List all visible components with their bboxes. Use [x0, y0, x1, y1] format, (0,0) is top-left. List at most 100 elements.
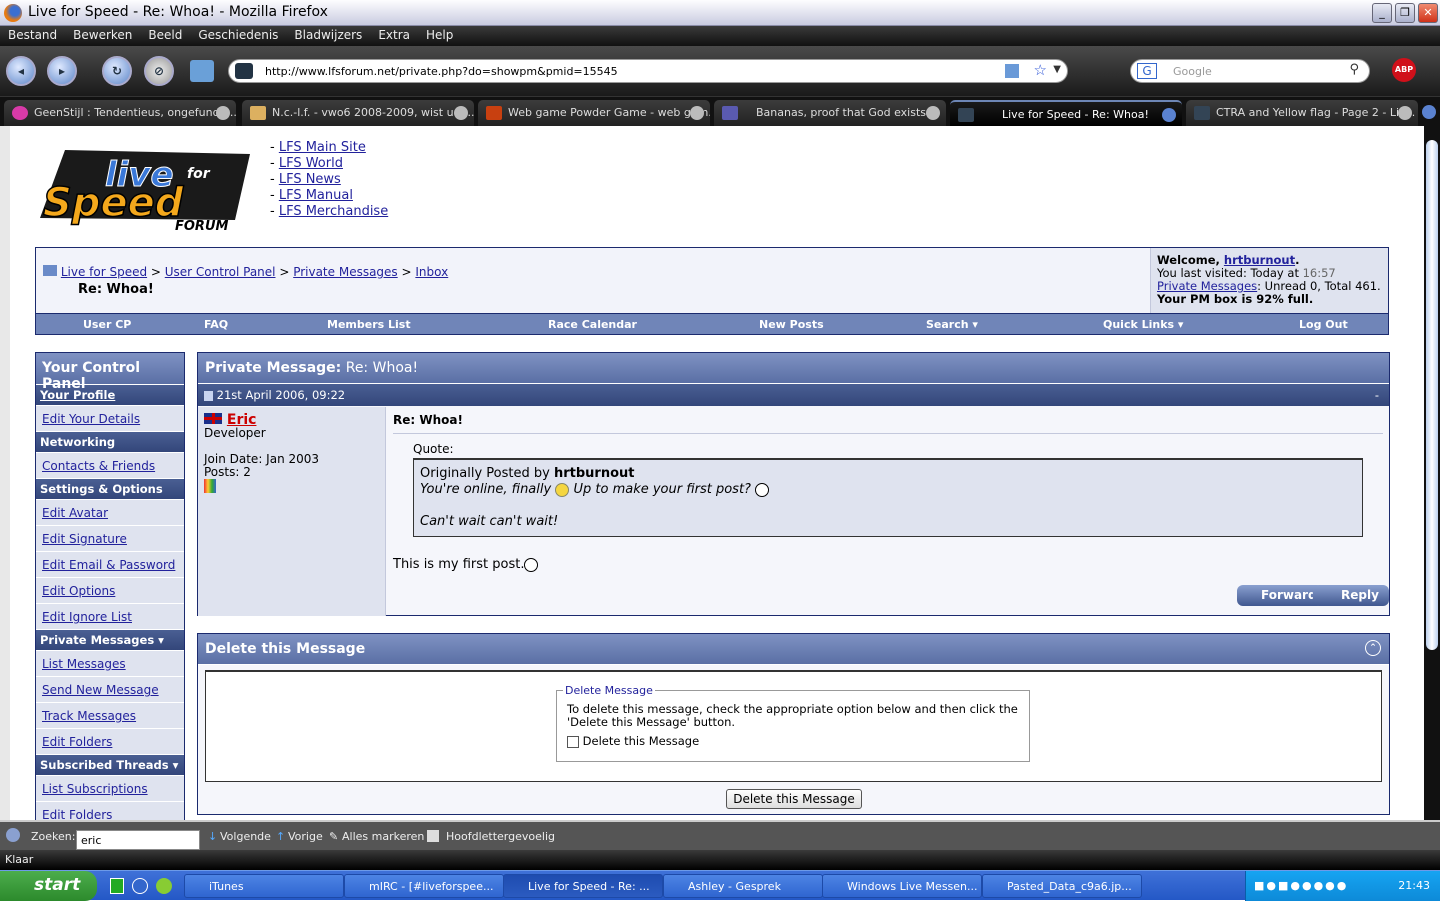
find-previous-button[interactable]: Vorige	[288, 830, 323, 843]
sidebar-section-networking[interactable]: Networking	[36, 431, 184, 452]
vertical-scrollbar[interactable]	[1424, 126, 1440, 820]
sidebar-item-track-messages[interactable]: Track Messages	[36, 702, 184, 728]
collapse-button[interactable]: -	[1375, 388, 1379, 402]
forward-icon[interactable]: ▸	[47, 56, 77, 86]
back-icon[interactable]: ◂	[6, 56, 36, 86]
tab-geenstijl[interactable]: GeenStijl : Tendentieus, ongefunde...	[4, 100, 236, 126]
search-input[interactable]: Google	[1173, 65, 1212, 78]
sidebar-label[interactable]: Edit Avatar	[42, 506, 108, 520]
delete-checkbox[interactable]	[567, 735, 579, 748]
sidebar-label[interactable]: Networking	[40, 435, 115, 449]
close-tab-icon[interactable]	[1398, 106, 1412, 120]
sidebar-item-edit-signature[interactable]: Edit Signature	[36, 525, 184, 551]
search-box[interactable]: G Google ⚲	[1130, 59, 1370, 83]
private-messages-link[interactable]: Private Messages	[1157, 279, 1257, 293]
sidebar-item-edit-ignore-list[interactable]: Edit Ignore List	[36, 603, 184, 629]
link-lfs-merchandise[interactable]: LFS Merchandise	[279, 204, 388, 219]
close-tab-icon[interactable]	[690, 106, 704, 120]
reload-icon[interactable]: ↻	[102, 56, 132, 86]
nav-user-cp[interactable]: User CP	[83, 318, 131, 331]
menu-beeld[interactable]: Beeld	[140, 26, 190, 44]
sidebar-section-your-profile[interactable]: Your Profile	[36, 384, 184, 405]
maximize-button[interactable]: ❐	[1395, 3, 1415, 23]
url-dropdown-icon[interactable]: ▼	[1053, 64, 1061, 75]
menu-extra[interactable]: Extra	[370, 26, 418, 44]
reply-button[interactable]: Reply	[1313, 585, 1389, 606]
task-ashley-gesprek[interactable]: Ashley - Gesprek	[663, 874, 823, 898]
nav-members-list[interactable]: Members List	[327, 318, 411, 331]
close-tab-icon[interactable]	[454, 106, 468, 120]
sidebar-label[interactable]: Edit Email & Password	[42, 558, 175, 572]
tab-ncif[interactable]: N.c.-l.f. - vwo6 2008-2009, wist u d...	[242, 100, 474, 126]
tab-powder-game[interactable]: Web game Powder Game - web gam...	[478, 100, 710, 126]
sidebar-label[interactable]: List Subscriptions	[42, 782, 148, 796]
menu-help[interactable]: Help	[418, 26, 461, 44]
lfs-forum-logo[interactable]: live for Speed FORUM	[35, 140, 260, 234]
nav-quick-links[interactable]: Quick Links ▾	[1103, 318, 1183, 331]
nav-new-posts[interactable]: New Posts	[759, 318, 824, 331]
forward-button[interactable]: Forward	[1237, 585, 1323, 606]
sidebar-item-list-subscriptions[interactable]: List Subscriptions	[36, 775, 184, 801]
home-icon[interactable]	[190, 60, 214, 82]
link-lfs-main-site[interactable]: LFS Main Site	[279, 140, 366, 155]
close-tab-icon[interactable]	[216, 106, 230, 120]
start-button[interactable]: start	[0, 871, 97, 901]
collapse-icon[interactable]: ⌃	[1365, 640, 1381, 656]
sidebar-label[interactable]: Contacts & Friends	[42, 459, 155, 473]
find-input[interactable]: eric	[76, 830, 200, 850]
tab-list-icon[interactable]	[1422, 105, 1436, 119]
sidebar-label[interactable]: Edit Folders	[42, 735, 112, 749]
breadcrumb-user-control-panel[interactable]: User Control Panel	[165, 265, 276, 279]
sidebar-label[interactable]: Private Messages ▾	[40, 633, 164, 647]
minimize-button[interactable]: _	[1372, 3, 1392, 23]
url-bar[interactable]: http://www.lfsforum.net/private.php?do=s…	[228, 59, 1068, 83]
breadcrumb-live-for-speed[interactable]: Live for Speed	[61, 265, 147, 279]
scrollbar-thumb[interactable]	[1426, 140, 1438, 650]
sidebar-label[interactable]: Your Profile	[40, 388, 115, 402]
task-mirc[interactable]: mIRC - [#liveforspee...	[344, 874, 504, 898]
sidebar-label[interactable]: Track Messages	[42, 709, 136, 723]
sidebar-section-settings-options[interactable]: Settings & Options	[36, 478, 184, 499]
sidebar-item-edit-avatar[interactable]: Edit Avatar	[36, 499, 184, 525]
sidebar-label[interactable]: Send New Message	[42, 683, 159, 697]
close-tab-icon[interactable]	[926, 106, 940, 120]
close-tab-icon[interactable]	[1162, 108, 1176, 122]
find-next-button[interactable]: Volgende	[220, 830, 271, 843]
sidebar-item-edit-options[interactable]: Edit Options	[36, 577, 184, 603]
ie-icon[interactable]	[132, 878, 148, 894]
task-itunes[interactable]: iTunes	[184, 874, 344, 898]
match-case-checkbox[interactable]	[427, 830, 439, 842]
google-icon[interactable]: G	[1137, 63, 1157, 79]
sidebar-label[interactable]: List Messages	[42, 657, 126, 671]
sidebar-label[interactable]: Settings & Options	[40, 482, 163, 496]
nav-race-calendar[interactable]: Race Calendar	[548, 318, 637, 331]
link-lfs-manual[interactable]: LFS Manual	[279, 188, 353, 203]
task-windows-live-messenger[interactable]: Windows Live Messen...	[822, 874, 982, 898]
close-button[interactable]: ✕	[1418, 3, 1438, 23]
menu-geschiedenis[interactable]: Geschiedenis	[190, 26, 286, 44]
sidebar-label[interactable]: Edit Signature	[42, 532, 127, 546]
sidebar-label[interactable]: Edit Ignore List	[42, 610, 132, 624]
sidebar-label[interactable]: Subscribed Threads ▾	[40, 758, 178, 772]
spotify-icon[interactable]	[156, 878, 172, 894]
task-pasted-data[interactable]: Pasted_Data_c9a6.jp...	[982, 874, 1142, 898]
close-find-icon[interactable]	[6, 828, 20, 842]
sidebar-item-list-messages[interactable]: List Messages	[36, 650, 184, 676]
sidebar-item-edit-folders[interactable]: Edit Folders	[36, 728, 184, 754]
menu-bladwijzers[interactable]: Bladwijzers	[286, 26, 370, 44]
tab-bananas[interactable]: Bananas, proof that God exists	[714, 100, 946, 126]
sidebar-label[interactable]: Edit Your Details	[42, 412, 140, 426]
adblock-icon[interactable]: ABP	[1392, 58, 1416, 82]
sidebar-item-edit-your-details[interactable]: Edit Your Details	[36, 405, 184, 431]
breadcrumb-inbox[interactable]: Inbox	[415, 265, 448, 279]
link-lfs-world[interactable]: LFS World	[279, 156, 343, 171]
tab-live-for-speed-active[interactable]: Live for Speed - Re: Whoa!	[950, 100, 1182, 126]
search-icon[interactable]: ⚲	[1349, 62, 1359, 77]
sidebar-item-edit-email-password[interactable]: Edit Email & Password	[36, 551, 184, 577]
nav-search[interactable]: Search ▾	[926, 318, 978, 331]
tab-ctra[interactable]: CTRA and Yellow flag - Page 2 - Liv...	[1186, 100, 1418, 126]
sidebar-section-subscribed-threads[interactable]: Subscribed Threads ▾	[36, 754, 184, 775]
bookmark-star-icon[interactable]: ☆	[1034, 61, 1047, 79]
sidebar-item-send-new-message[interactable]: Send New Message	[36, 676, 184, 702]
link-lfs-news[interactable]: LFS News	[279, 172, 341, 187]
